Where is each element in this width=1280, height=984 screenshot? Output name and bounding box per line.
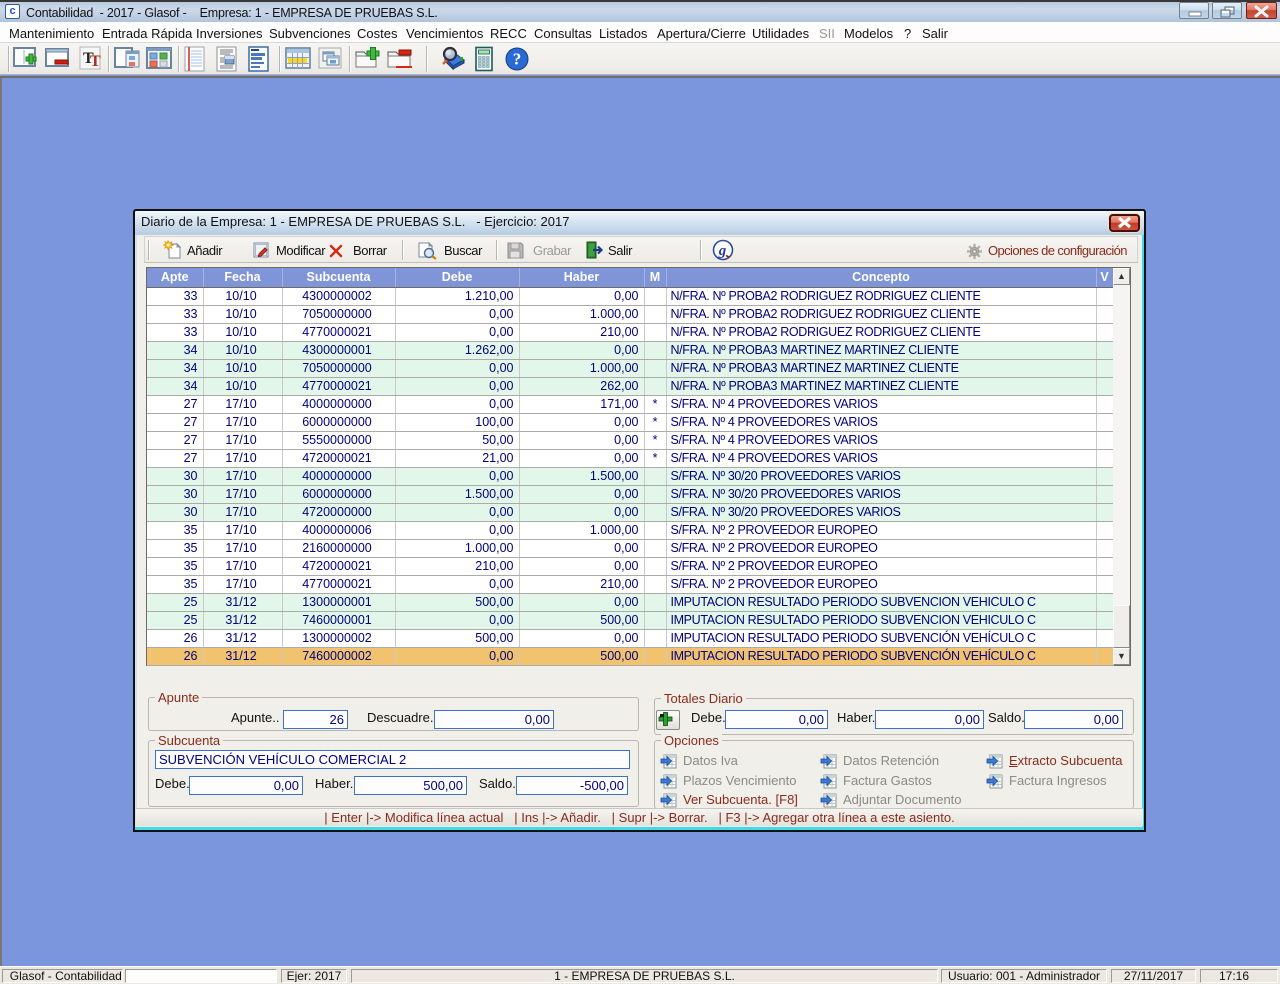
svg-text:?: ? (513, 50, 522, 69)
svg-text:g: g (718, 243, 727, 259)
svg-text:T: T (90, 53, 101, 70)
